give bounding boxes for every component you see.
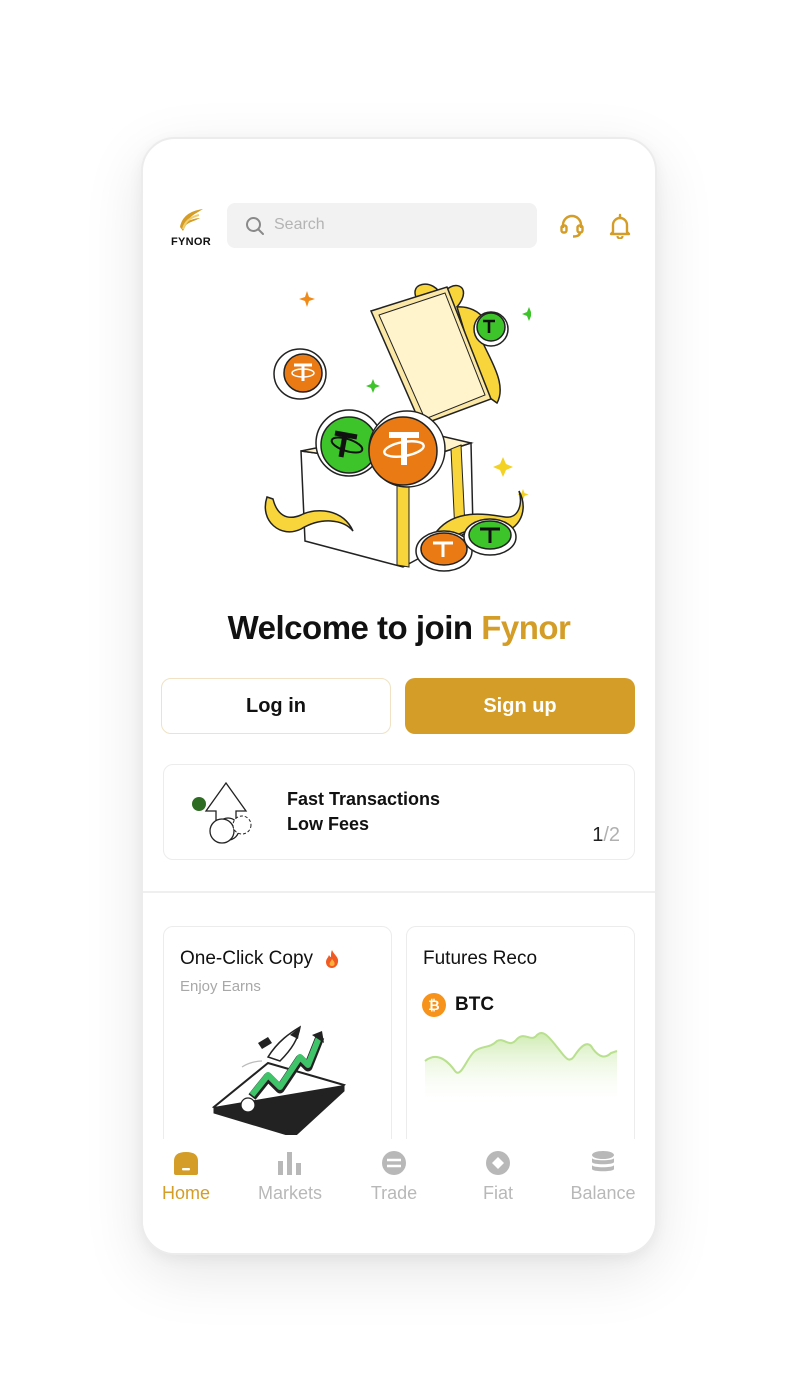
promo-line-1: Fast Transactions (287, 789, 441, 809)
fire-icon (326, 950, 339, 968)
svg-text:₿: ₿ (428, 998, 439, 1014)
search-bar[interactable]: Search (227, 203, 537, 248)
coins-stack-icon (592, 1151, 614, 1172)
section-divider (143, 891, 655, 893)
trade-icon (382, 1151, 406, 1175)
promo-pager: 1/2 (592, 824, 620, 847)
bell-icon[interactable] (607, 213, 633, 239)
promo-banner[interactable]: Fast Transactions Low Fees 1/2 (163, 764, 635, 860)
logo-text: FYNOR (171, 236, 211, 248)
promo-page-total: /2 (603, 824, 620, 846)
phone-frame: FYNOR Search Welcome to join Fynor Log i… (141, 137, 657, 1255)
promo-page-current: 1 (592, 824, 604, 846)
coin-symbol: BTC (455, 994, 495, 1015)
signup-button[interactable]: Sign up (405, 678, 635, 734)
tab-label-markets: Markets (257, 1183, 322, 1203)
tab-balance[interactable]: Balance (558, 1149, 648, 1204)
tab-trade[interactable]: Trade (349, 1149, 439, 1204)
home-icon (174, 1152, 198, 1175)
card-title-copy: One-Click Copy (180, 948, 314, 969)
welcome-prefix: Welcome to join (227, 609, 482, 646)
tab-label-balance: Balance (570, 1183, 636, 1203)
tab-home[interactable]: Home (143, 1149, 231, 1204)
welcome-heading: Welcome to join Fynor (143, 609, 655, 647)
fiat-icon (486, 1151, 510, 1175)
welcome-brand: Fynor (481, 609, 571, 646)
headset-icon[interactable] (559, 213, 585, 239)
search-placeholder: Search (274, 216, 325, 233)
bitcoin-icon: ₿ (422, 993, 446, 1017)
phone-chart-rocket-illustration (211, 1025, 346, 1135)
login-button[interactable]: Log in (161, 678, 391, 734)
fynor-logo[interactable]: FYNOR (169, 203, 213, 253)
arrow-up-coins-icon (192, 781, 252, 844)
promo-line-2: Low Fees (287, 814, 370, 834)
gift-box-illustration (264, 283, 531, 572)
tab-label-trade: Trade (370, 1183, 418, 1203)
search-icon (246, 217, 264, 235)
bar-chart-icon (278, 1152, 301, 1175)
tab-label-home: Home (161, 1183, 210, 1203)
card-title-futures: Futures Reco (423, 948, 538, 969)
btc-sparkline (424, 1031, 618, 1107)
card-subtitle-copy: Enjoy Earns (180, 978, 261, 995)
bottom-tab-bar: Home Markets Trade Fiat Balance (143, 1139, 655, 1253)
tab-fiat[interactable]: Fiat (453, 1149, 543, 1204)
tab-markets[interactable]: Markets (245, 1149, 335, 1204)
tab-label-fiat: Fiat (482, 1183, 513, 1203)
fynor-logo-icon (180, 209, 203, 231)
tether-coin-small-green (473, 311, 509, 347)
